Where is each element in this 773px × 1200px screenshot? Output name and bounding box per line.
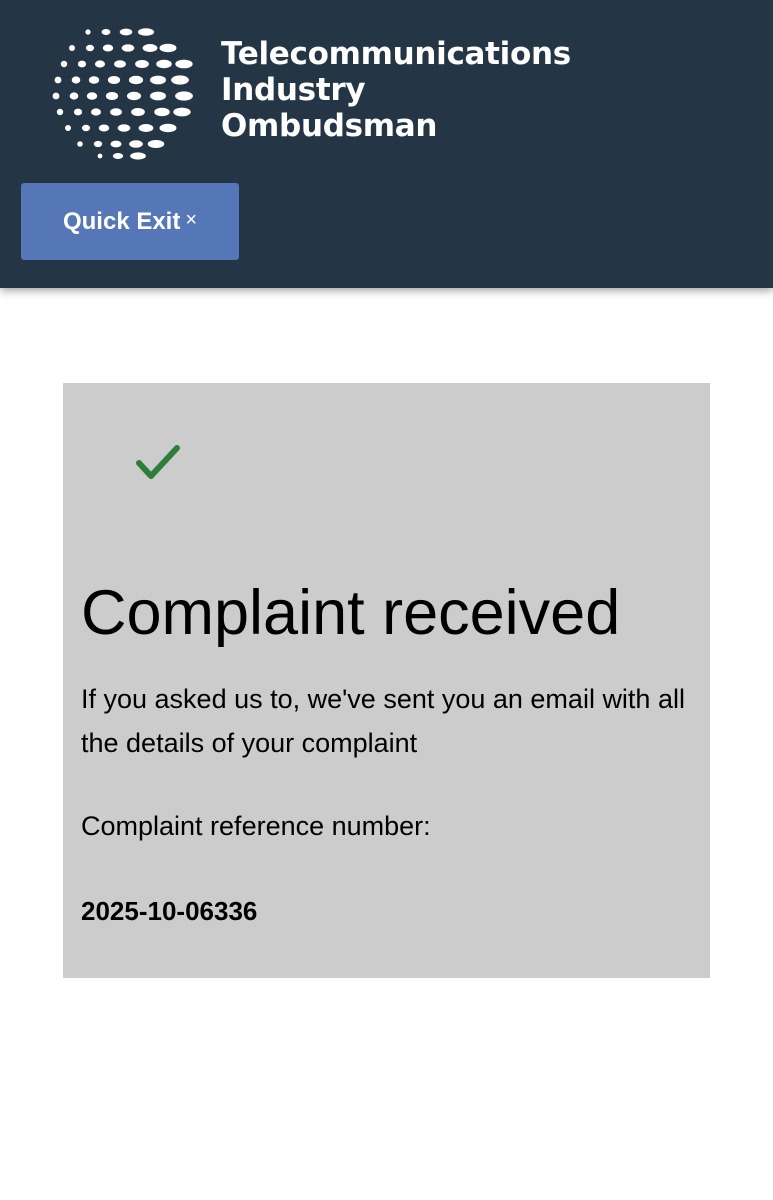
dotted-globe-logo-icon (52, 28, 193, 160)
logo-dot (81, 124, 91, 132)
quick-exit-label: Quick Exit (62, 207, 181, 235)
logo-dot (54, 76, 62, 84)
logo-dot (88, 76, 100, 84)
logo-dot (150, 75, 166, 85)
logo-dot (150, 91, 166, 101)
logo-dot (147, 140, 165, 148)
logo-dot (98, 124, 110, 132)
logo-dot (131, 108, 145, 116)
site-header: Telecommunications Industry Ombudsman Qu… (0, 0, 773, 288)
logo-dot (121, 44, 135, 52)
logo-dot (135, 60, 149, 68)
quick-exit-button[interactable]: Quick Exit × (21, 183, 239, 260)
logo-wordmark: Telecommunications Industry Ombudsman (221, 36, 571, 144)
logo-dot (128, 75, 144, 85)
logo-dot (77, 141, 83, 147)
logo-dot (73, 108, 83, 116)
logo-dot (154, 107, 170, 117)
logo-dot (90, 108, 102, 116)
logo-dot (97, 153, 103, 159)
logo-dot (77, 60, 87, 68)
logo-dot (105, 92, 119, 100)
logo-dot (102, 44, 114, 52)
page-title: Complaint received (81, 578, 621, 648)
logo-dot (126, 91, 142, 101)
logo-dot (85, 29, 91, 35)
logo-dot (110, 140, 122, 148)
logo-dot (85, 44, 95, 52)
logo-dot (156, 59, 172, 69)
logo-dot (159, 123, 177, 133)
logo-dot (86, 92, 98, 100)
logo-dot (71, 76, 81, 84)
logo-dot (175, 59, 193, 69)
reference-number: 2025-10-06336 (81, 896, 258, 926)
logo-dot (117, 124, 131, 132)
logo-dot (137, 28, 155, 36)
logo-dot (171, 75, 189, 85)
logo-dot (173, 107, 191, 117)
logo-dot (129, 140, 143, 148)
logo-dot (60, 60, 68, 68)
logo-dot (56, 108, 64, 116)
logo-line-1: Telecommunications (221, 36, 571, 72)
reference-label: Complaint reference number: (81, 811, 431, 841)
logo-dot (107, 76, 121, 84)
logo-dot (112, 153, 124, 159)
logo-dot (175, 91, 193, 101)
check-icon (136, 445, 180, 479)
logo-dot (65, 125, 71, 131)
logo-dot (52, 92, 60, 100)
logo-dot (130, 152, 146, 160)
logo-dot (114, 60, 126, 68)
logo-dot (69, 45, 75, 51)
tio-logo[interactable]: Telecommunications Industry Ombudsman (50, 24, 571, 160)
confirmation-panel: Complaint received If you asked us to, w… (63, 383, 710, 978)
close-icon: × (185, 209, 198, 231)
logo-dot (159, 43, 177, 53)
logo-dot (110, 108, 122, 116)
logo-line-3: Ombudsman (221, 108, 438, 144)
logo-dot (142, 44, 158, 52)
logo-dot (119, 28, 133, 36)
logo-line-2: Industry (221, 72, 366, 108)
logo-dot (138, 124, 154, 132)
logo-dot (69, 92, 79, 100)
confirmation-message: If you asked us to, we've sent you an em… (81, 684, 685, 758)
logo-dot (94, 60, 106, 68)
logo-dot (101, 29, 111, 35)
logo-dot (93, 140, 103, 148)
